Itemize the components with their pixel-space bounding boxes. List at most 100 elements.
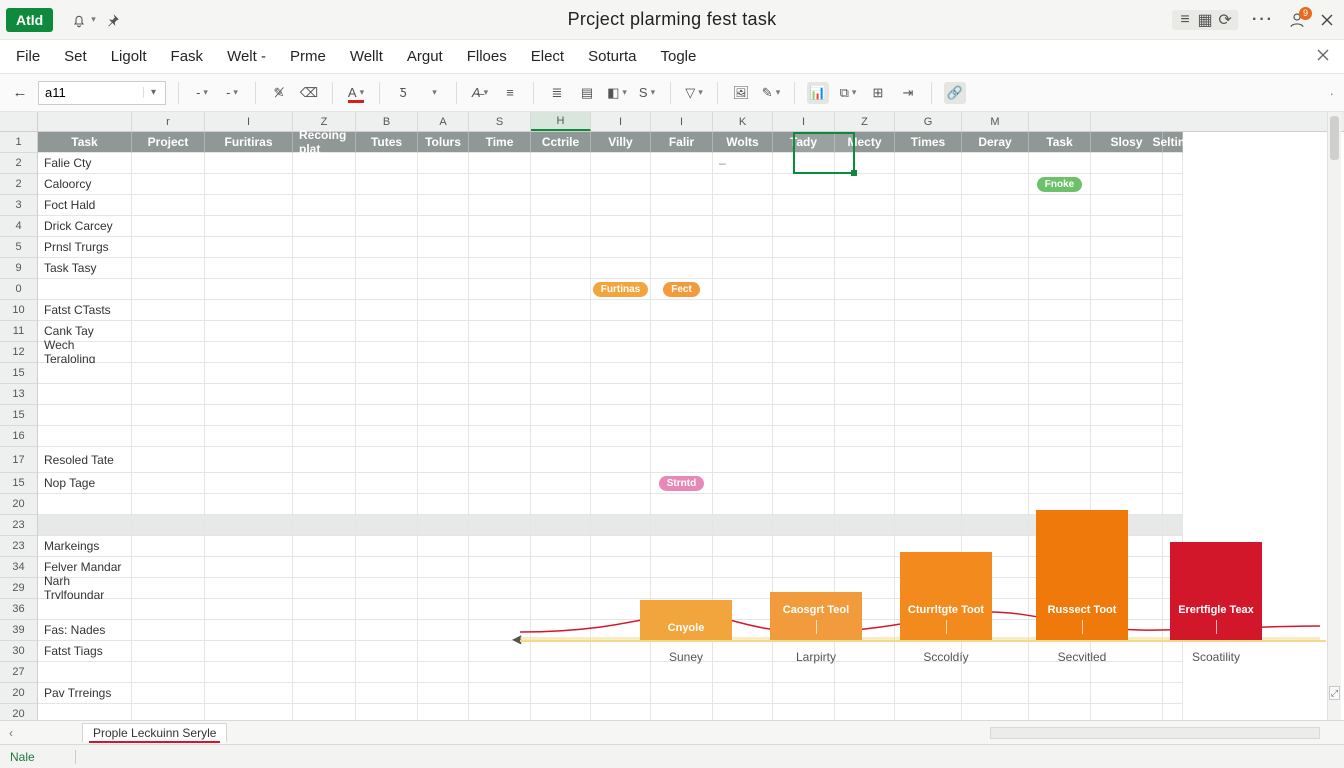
cell[interactable] bbox=[531, 405, 591, 426]
cell[interactable] bbox=[469, 473, 531, 494]
row-header[interactable]: 15 bbox=[0, 363, 38, 384]
column-header[interactable]: A bbox=[418, 112, 469, 131]
cell[interactable] bbox=[205, 447, 293, 473]
cell[interactable] bbox=[469, 426, 531, 447]
cell[interactable] bbox=[895, 321, 962, 342]
cell[interactable] bbox=[713, 363, 773, 384]
cell[interactable] bbox=[713, 447, 773, 473]
row-header[interactable]: 39 bbox=[0, 620, 38, 641]
cell[interactable] bbox=[1163, 447, 1183, 473]
cell[interactable]: Fatst CTasts bbox=[38, 300, 132, 321]
cell[interactable] bbox=[773, 237, 835, 258]
cell[interactable] bbox=[418, 599, 469, 620]
cell[interactable] bbox=[1163, 321, 1183, 342]
cell[interactable] bbox=[205, 620, 293, 641]
cell[interactable] bbox=[651, 704, 713, 720]
cell[interactable] bbox=[1163, 342, 1183, 363]
column-header[interactable]: I bbox=[205, 112, 293, 131]
row-header[interactable]: 11 bbox=[0, 321, 38, 342]
fill-color-button[interactable]: ◧ bbox=[606, 82, 628, 104]
cell[interactable] bbox=[895, 216, 962, 237]
cell[interactable] bbox=[293, 599, 356, 620]
cell[interactable] bbox=[835, 363, 895, 384]
cell[interactable] bbox=[356, 216, 418, 237]
cell[interactable] bbox=[132, 216, 205, 237]
cell[interactable] bbox=[773, 704, 835, 720]
cell[interactable] bbox=[293, 426, 356, 447]
cell[interactable] bbox=[651, 258, 713, 279]
cell[interactable] bbox=[591, 258, 651, 279]
cell[interactable] bbox=[418, 683, 469, 704]
cell[interactable] bbox=[205, 258, 293, 279]
menu-set[interactable]: Set bbox=[64, 48, 87, 65]
cell[interactable] bbox=[651, 195, 713, 216]
tab-nav-prev[interactable]: ‹ bbox=[0, 726, 22, 740]
chart-bar-1[interactable]: Cnyole bbox=[640, 600, 732, 640]
header-cell[interactable]: Mecty bbox=[835, 132, 895, 153]
cell[interactable] bbox=[962, 473, 1029, 494]
cell[interactable] bbox=[418, 405, 469, 426]
cell[interactable] bbox=[1091, 195, 1163, 216]
cell[interactable] bbox=[962, 704, 1029, 720]
cell[interactable] bbox=[773, 279, 835, 300]
cell[interactable] bbox=[591, 195, 651, 216]
cell[interactable] bbox=[418, 300, 469, 321]
cell[interactable]: Foct Hald bbox=[38, 195, 132, 216]
cell[interactable] bbox=[1029, 405, 1091, 426]
cell[interactable] bbox=[591, 363, 651, 384]
cell[interactable] bbox=[962, 426, 1029, 447]
cell[interactable] bbox=[835, 321, 895, 342]
cell[interactable] bbox=[356, 447, 418, 473]
cell[interactable] bbox=[835, 174, 895, 195]
cell[interactable] bbox=[418, 515, 469, 536]
strike-button[interactable]: A̶ bbox=[469, 82, 491, 104]
cell[interactable] bbox=[1091, 258, 1163, 279]
cell[interactable] bbox=[205, 195, 293, 216]
cell[interactable] bbox=[591, 426, 651, 447]
cell[interactable]: Caloorcy bbox=[38, 174, 132, 195]
cell[interactable] bbox=[1163, 216, 1183, 237]
menu-prme[interactable]: Prme bbox=[290, 48, 326, 65]
cell[interactable] bbox=[38, 515, 132, 536]
cell[interactable] bbox=[773, 153, 835, 174]
cell[interactable] bbox=[713, 473, 773, 494]
row-header[interactable]: 29 bbox=[0, 578, 38, 599]
cell[interactable] bbox=[356, 515, 418, 536]
cell[interactable] bbox=[293, 494, 356, 515]
cell[interactable] bbox=[1091, 237, 1163, 258]
cell[interactable] bbox=[773, 447, 835, 473]
cell[interactable] bbox=[895, 405, 962, 426]
cell[interactable] bbox=[1091, 174, 1163, 195]
cell[interactable] bbox=[293, 405, 356, 426]
cell[interactable] bbox=[205, 300, 293, 321]
cell[interactable] bbox=[962, 174, 1029, 195]
column-header[interactable]: r bbox=[132, 112, 205, 131]
cell[interactable] bbox=[962, 153, 1029, 174]
cell[interactable] bbox=[356, 363, 418, 384]
row-header[interactable]: 20 bbox=[0, 494, 38, 515]
header-cell[interactable]: Tutes bbox=[356, 132, 418, 153]
menu-welt[interactable]: Welt - bbox=[227, 48, 266, 65]
cell[interactable] bbox=[293, 300, 356, 321]
cell[interactable] bbox=[132, 300, 205, 321]
cell[interactable] bbox=[293, 237, 356, 258]
cell[interactable] bbox=[773, 363, 835, 384]
cell[interactable] bbox=[651, 405, 713, 426]
toolbar-overflow-button[interactable]: · bbox=[1329, 85, 1334, 101]
cell[interactable] bbox=[1163, 473, 1183, 494]
cell[interactable] bbox=[1029, 342, 1091, 363]
cell[interactable] bbox=[531, 279, 591, 300]
cell[interactable] bbox=[132, 321, 205, 342]
cell[interactable] bbox=[1163, 494, 1183, 515]
cell[interactable] bbox=[895, 473, 962, 494]
cell[interactable] bbox=[591, 300, 651, 321]
name-box-input[interactable] bbox=[39, 85, 143, 100]
cell[interactable] bbox=[962, 363, 1029, 384]
cell[interactable] bbox=[132, 473, 205, 494]
header-cell[interactable]: Project bbox=[132, 132, 205, 153]
cell[interactable] bbox=[469, 216, 531, 237]
cell[interactable] bbox=[962, 342, 1029, 363]
row-header[interactable]: 13 bbox=[0, 384, 38, 405]
cell[interactable] bbox=[293, 447, 356, 473]
name-box[interactable]: ▾ bbox=[38, 81, 166, 105]
